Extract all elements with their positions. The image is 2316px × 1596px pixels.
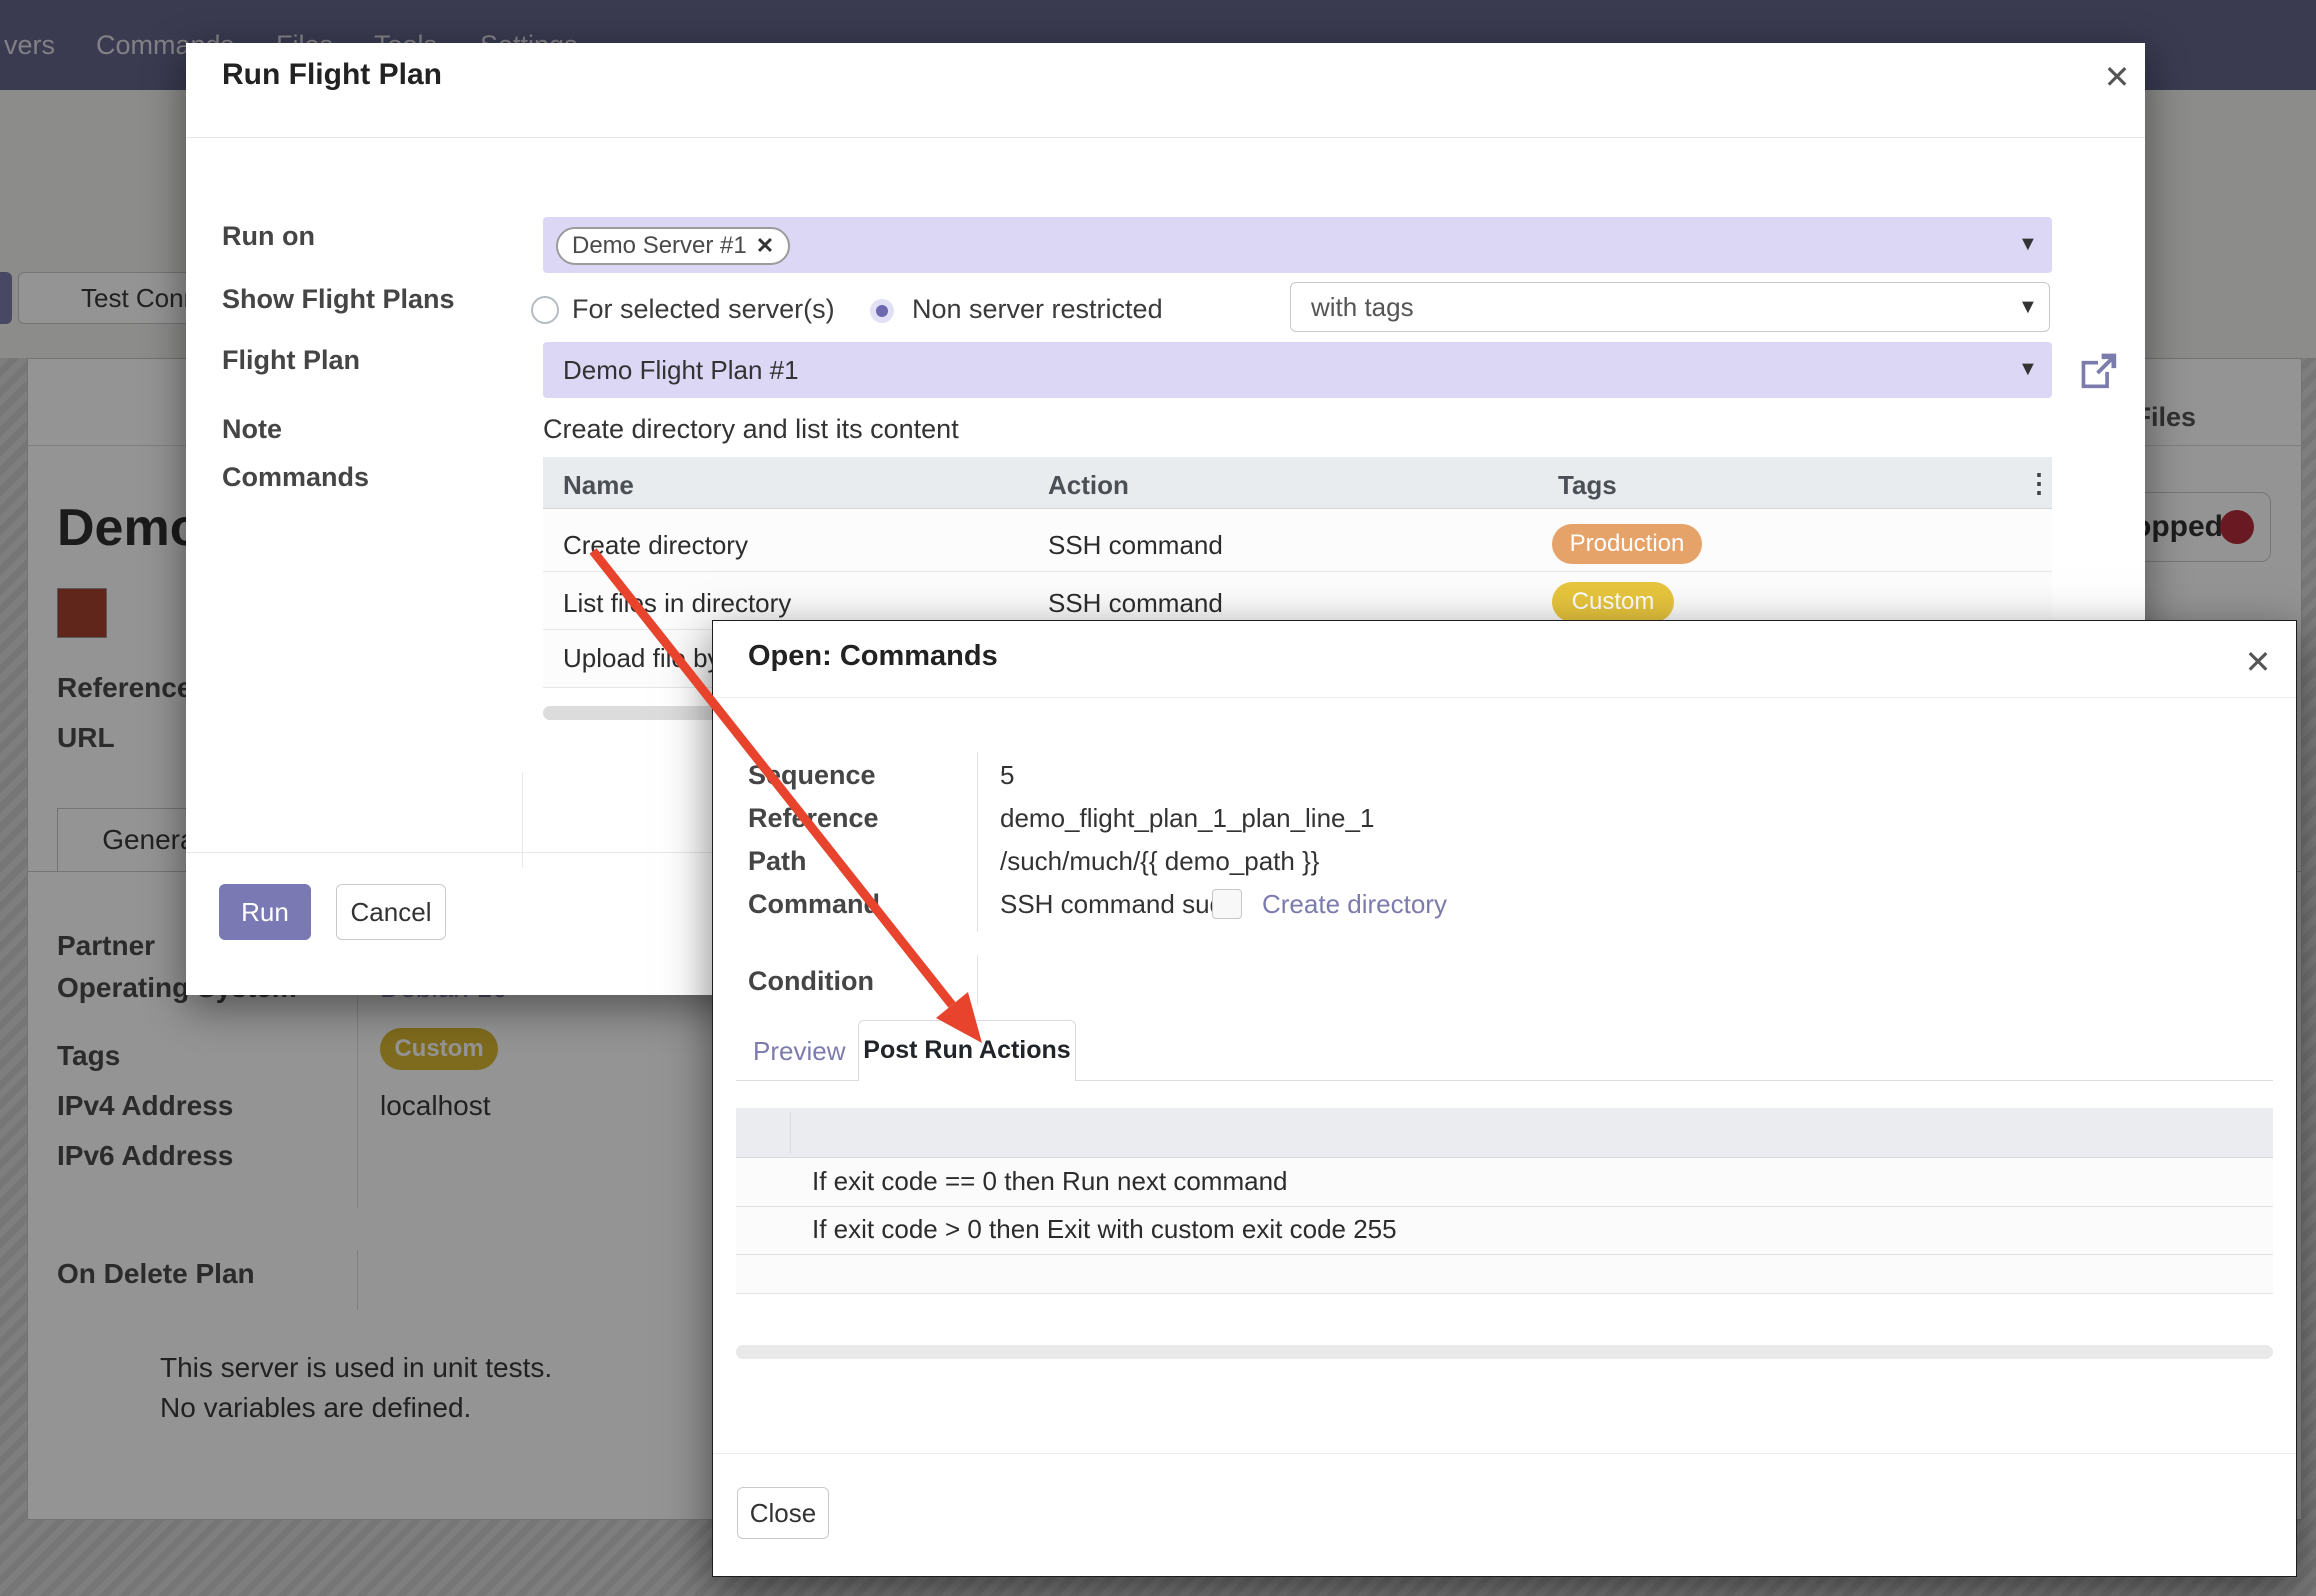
modal-header-divider bbox=[713, 697, 2296, 698]
tab-preview[interactable]: Preview bbox=[753, 1036, 863, 1068]
chevron-down-icon[interactable]: ▼ bbox=[2018, 233, 2038, 256]
table-row-action[interactable]: SSH command bbox=[1048, 588, 1223, 620]
label-command: Command bbox=[748, 889, 880, 921]
close-button[interactable]: Close bbox=[737, 1487, 829, 1539]
row-divider bbox=[736, 1293, 2273, 1294]
command-checkbox[interactable] bbox=[1212, 889, 1242, 919]
radio-label-non-restricted[interactable]: Non server restricted bbox=[912, 294, 1163, 326]
chevron-down-icon[interactable]: ▼ bbox=[2018, 296, 2038, 319]
external-link-icon[interactable] bbox=[2076, 350, 2120, 390]
column-header-action[interactable]: Action bbox=[1048, 470, 1129, 502]
chip-remove-icon[interactable]: ✕ bbox=[756, 233, 774, 259]
run-button[interactable]: Run bbox=[219, 884, 311, 940]
cancel-button[interactable]: Cancel bbox=[336, 884, 446, 940]
reference-value: demo_flight_plan_1_plan_line_1 bbox=[1000, 803, 1374, 835]
modal-title: Run Flight Plan bbox=[222, 58, 442, 92]
modal-footer-divider bbox=[713, 1453, 2296, 1454]
column-header-name[interactable]: Name bbox=[563, 470, 634, 502]
column-header-tags[interactable]: Tags bbox=[1558, 470, 1617, 502]
close-icon[interactable]: ✕ bbox=[2236, 640, 2280, 684]
radio-non-server-restricted[interactable] bbox=[870, 299, 894, 323]
row-divider bbox=[543, 571, 2052, 572]
plan-table-header bbox=[543, 457, 2052, 509]
open-commands-modal bbox=[712, 620, 2297, 1577]
tags-filter-select[interactable]: with tags bbox=[1290, 282, 2050, 332]
radio-label-selected-servers[interactable]: For selected server(s) bbox=[572, 294, 835, 326]
path-value: /such/much/{{ demo_path }} bbox=[1000, 846, 1319, 878]
server-chip[interactable]: Demo Server #1 ✕ bbox=[556, 227, 790, 265]
radio-for-selected-servers[interactable] bbox=[531, 296, 559, 324]
table-row-action[interactable]: If exit code == 0 then Run next command bbox=[812, 1166, 1288, 1198]
create-directory-link[interactable]: Create directory bbox=[1262, 889, 1447, 920]
label-reference: Reference bbox=[748, 803, 879, 835]
row-divider bbox=[736, 1206, 2273, 1207]
modal-title: Open: Commands bbox=[748, 640, 998, 673]
chevron-down-icon[interactable]: ▼ bbox=[2018, 358, 2038, 381]
server-chip-label: Demo Server #1 bbox=[572, 232, 747, 260]
label-condition: Condition bbox=[748, 966, 874, 998]
table-row-action[interactable]: If exit code > 0 then Exit with custom e… bbox=[812, 1214, 1397, 1246]
actions-table-header bbox=[736, 1108, 2273, 1158]
close-icon[interactable]: ✕ bbox=[2095, 55, 2139, 99]
sequence-value: 5 bbox=[1000, 760, 1014, 792]
radio-dot bbox=[876, 305, 888, 317]
field-divider bbox=[977, 955, 978, 1005]
label-run-on: Run on bbox=[222, 221, 315, 253]
command-value: SSH command sudo bbox=[1000, 889, 1238, 921]
label-commands: Commands bbox=[222, 462, 369, 494]
horizontal-scrollbar[interactable] bbox=[736, 1345, 2273, 1359]
table-row-name[interactable]: Create directory bbox=[563, 530, 748, 562]
label-show-flight-plans: Show Flight Plans bbox=[222, 284, 455, 316]
plan-description: Create directory and list its content bbox=[543, 414, 959, 445]
kebab-icon[interactable]: ⋮ bbox=[2026, 468, 2052, 499]
tab-post-run-actions[interactable]: Post Run Actions bbox=[858, 1020, 1076, 1081]
screen: vers Commands Files Tools Settings Test … bbox=[0, 0, 2316, 1596]
tag-badge-custom: Custom bbox=[1552, 582, 1674, 622]
column-separator bbox=[522, 772, 523, 868]
label-sequence: Sequence bbox=[748, 760, 876, 792]
tag-badge-production: Production bbox=[1552, 524, 1702, 564]
row-divider bbox=[736, 1254, 2273, 1255]
label-path: Path bbox=[748, 846, 807, 878]
table-row-name[interactable]: List files in directory bbox=[563, 588, 791, 620]
handle-column-separator bbox=[790, 1112, 791, 1154]
flight-plan-select[interactable]: Demo Flight Plan #1 bbox=[543, 342, 2052, 398]
label-note: Note bbox=[222, 414, 282, 446]
label-flight-plan: Flight Plan bbox=[222, 345, 360, 377]
modal-header-divider bbox=[186, 137, 2145, 138]
table-row-name[interactable]: Upload file by bbox=[563, 643, 721, 675]
field-divider bbox=[977, 752, 978, 932]
table-row-action[interactable]: SSH command bbox=[1048, 530, 1223, 562]
